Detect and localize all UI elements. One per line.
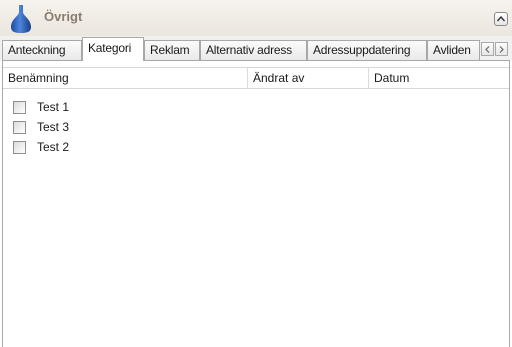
tab-label: Adressuppdatering [313, 43, 411, 57]
list-item[interactable]: Test 3 [3, 117, 509, 137]
vase-icon [10, 4, 32, 34]
tab-label: Kategori [88, 41, 132, 55]
column-header-label: Benämning [8, 71, 69, 85]
tab-panel-kategori: Benämning Ändrat av Datum Test 1 Test 3 … [2, 60, 510, 347]
tab-anteckning[interactable]: Anteckning [2, 40, 82, 60]
list-item[interactable]: Test 2 [3, 137, 509, 157]
tab-reklam[interactable]: Reklam [144, 40, 200, 60]
tab-scroll-left-button[interactable] [481, 42, 494, 56]
arrow-left-icon [485, 46, 490, 53]
row-label: Test 2 [37, 140, 70, 154]
tab-alternativ-adress[interactable]: Alternativ adress [200, 40, 307, 60]
section-title: Övrigt [44, 9, 83, 24]
column-header-label: Ändrat av [253, 71, 305, 85]
row-label: Test 1 [37, 100, 70, 114]
tab-adressuppdatering[interactable]: Adressuppdatering [307, 40, 427, 60]
tab-kategori[interactable]: Kategori [82, 37, 144, 61]
list-item[interactable]: Test 1 [3, 97, 509, 117]
tab-scroll-right-button[interactable] [495, 42, 508, 56]
list-header: Benämning Ändrat av Datum [3, 67, 509, 89]
tab-label: Anteckning [8, 43, 66, 57]
row-checkbox[interactable] [13, 101, 26, 114]
tab-avliden[interactable]: Avliden [427, 40, 480, 60]
row-label: Test 3 [37, 120, 70, 134]
column-header-label: Datum [374, 71, 410, 85]
chevron-up-icon [497, 16, 505, 22]
ovrigt-window: Övrigt Anteckning Kategori Reklam Altern… [0, 0, 512, 347]
section-header: Övrigt [0, 0, 512, 37]
arrow-right-icon [499, 46, 504, 53]
collapse-button[interactable] [494, 12, 508, 26]
column-header-datum[interactable]: Datum [369, 68, 509, 88]
row-checkbox[interactable] [13, 141, 26, 154]
column-header-benamning[interactable]: Benämning [3, 68, 247, 88]
tab-label: Alternativ adress [206, 43, 292, 57]
tab-label: Avliden [433, 43, 471, 57]
column-header-andrat-av[interactable]: Ändrat av [248, 68, 368, 88]
tab-label: Reklam [150, 43, 190, 57]
tab-strip: Anteckning Kategori Reklam Alternativ ad… [0, 36, 512, 61]
row-checkbox[interactable] [13, 121, 26, 134]
